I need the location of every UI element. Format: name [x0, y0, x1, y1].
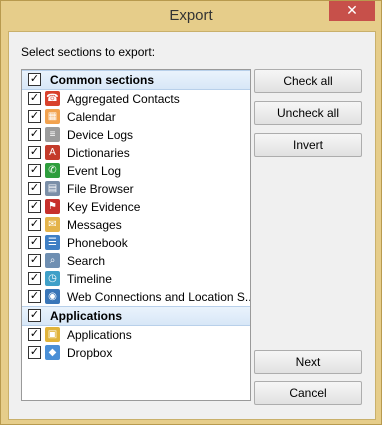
checkbox[interactable]: ✓ [28, 254, 41, 267]
applications-icon: ▣ [45, 327, 60, 342]
list-item[interactable]: ✓ ✉ Messages [22, 216, 250, 234]
group-label: Applications [50, 309, 123, 323]
instructions-label: Select sections to export: [21, 45, 156, 59]
checkbox[interactable]: ✓ [28, 128, 41, 141]
item-label: Device Logs [67, 128, 134, 142]
invert-button[interactable]: Invert [254, 133, 362, 157]
item-label: Phonebook [67, 236, 128, 250]
checkbox[interactable]: ✓ [28, 92, 41, 105]
group-common-sections[interactable]: ✓ Common sections [22, 70, 250, 90]
item-label: Web Connections and Location S... [67, 290, 251, 304]
close-button[interactable]: ✕ [329, 1, 375, 21]
list-item[interactable]: ✓ ▦ Calendar [22, 108, 250, 126]
dictionary-icon: A [45, 145, 60, 160]
file-browser-icon: ▤ [45, 181, 60, 196]
checkbox[interactable]: ✓ [28, 272, 41, 285]
contacts-icon: ☎ [45, 91, 60, 106]
messages-icon: ✉ [45, 217, 60, 232]
check-all-button[interactable]: Check all [254, 69, 362, 93]
group-label: Common sections [50, 73, 155, 87]
list-item[interactable]: ✓ ☎ Aggregated Contacts [22, 90, 250, 108]
cancel-button[interactable]: Cancel [254, 381, 362, 405]
uncheck-all-button[interactable]: Uncheck all [254, 101, 362, 125]
export-dialog: Export ✕ Select sections to export: ✓ Co… [0, 0, 382, 425]
list-item[interactable]: ✓ ◆ Dropbox [22, 344, 250, 362]
group-applications[interactable]: ✓ Applications [22, 306, 250, 326]
item-label: Messages [67, 218, 122, 232]
checkbox[interactable]: ✓ [28, 73, 41, 86]
list-item[interactable]: ✓ ⌕ Search [22, 252, 250, 270]
window-title: Export [169, 7, 213, 24]
checkbox[interactable]: ✓ [28, 236, 41, 249]
item-label: Dictionaries [67, 146, 130, 160]
list-item[interactable]: ✓ ☰ Phonebook [22, 234, 250, 252]
item-label: Search [67, 254, 106, 268]
item-label: Key Evidence [67, 200, 141, 214]
title-bar[interactable]: Export ✕ [1, 1, 381, 31]
dialog-body: Select sections to export: ✓ Common sect… [8, 31, 376, 420]
list-item[interactable]: ✓ ▣ Applications [22, 326, 250, 344]
timeline-icon: ◷ [45, 271, 60, 286]
list-item[interactable]: ✓ ▤ File Browser [22, 180, 250, 198]
list-item[interactable]: ✓ ≡ Device Logs [22, 126, 250, 144]
checkbox[interactable]: ✓ [28, 164, 41, 177]
calendar-icon: ▦ [45, 109, 60, 124]
checkbox[interactable]: ✓ [28, 346, 41, 359]
checkbox[interactable]: ✓ [28, 182, 41, 195]
list-item[interactable]: ✓ ⚑ Key Evidence [22, 198, 250, 216]
list-item[interactable]: ✓ A Dictionaries [22, 144, 250, 162]
list-item[interactable]: ✓ ◉ Web Connections and Location S... [22, 288, 250, 306]
sections-tree[interactable]: ✓ Common sections ✓ ☎ Aggregated Contact… [21, 69, 251, 401]
checkbox[interactable]: ✓ [28, 328, 41, 341]
item-label: File Browser [67, 182, 134, 196]
item-label: Dropbox [67, 346, 113, 360]
list-item[interactable]: ✓ ◷ Timeline [22, 270, 250, 288]
item-label: Applications [67, 328, 132, 342]
dropbox-icon: ◆ [45, 345, 60, 360]
phone-icon: ✆ [45, 163, 60, 178]
checkbox[interactable]: ✓ [28, 200, 41, 213]
item-label: Aggregated Contacts [67, 92, 180, 106]
device-log-icon: ≡ [45, 127, 60, 142]
checkbox[interactable]: ✓ [28, 110, 41, 123]
item-label: Event Log [67, 164, 122, 178]
item-label: Calendar [67, 110, 116, 124]
next-button[interactable]: Next [254, 350, 362, 374]
key-evidence-icon: ⚑ [45, 199, 60, 214]
web-connections-icon: ◉ [45, 289, 60, 304]
item-label: Timeline [67, 272, 112, 286]
checkbox[interactable]: ✓ [28, 218, 41, 231]
checkbox[interactable]: ✓ [28, 309, 41, 322]
phonebook-icon: ☰ [45, 235, 60, 250]
list-item[interactable]: ✓ ✆ Event Log [22, 162, 250, 180]
checkbox[interactable]: ✓ [28, 290, 41, 303]
search-icon: ⌕ [45, 253, 60, 268]
checkbox[interactable]: ✓ [28, 146, 41, 159]
